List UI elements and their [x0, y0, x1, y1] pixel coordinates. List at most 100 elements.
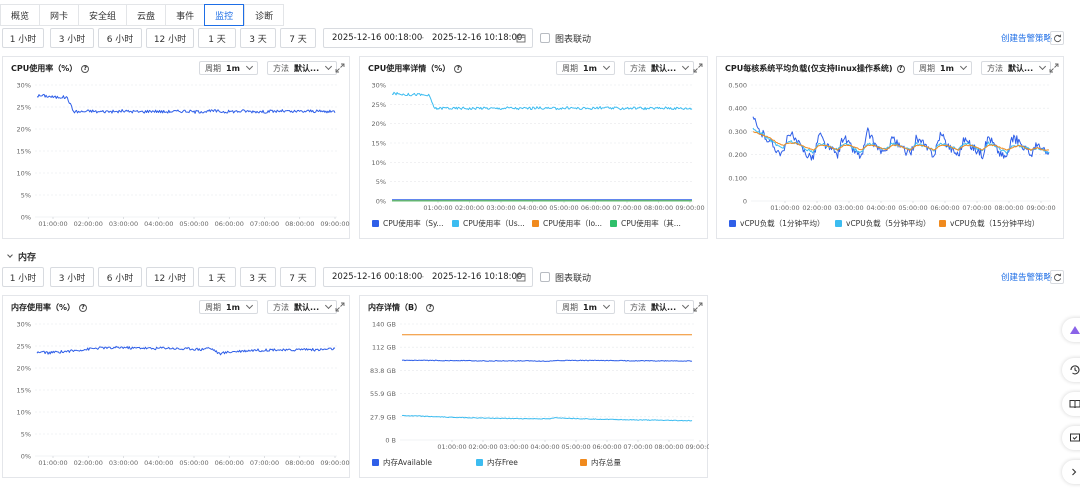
- method-select[interactable]: 方法 默认...: [981, 61, 1052, 75]
- range-3h-button[interactable]: 3 小时: [50, 267, 94, 287]
- help-icon[interactable]: ?: [454, 64, 463, 73]
- chevron-down-icon: [682, 62, 690, 71]
- legend-item[interactable]: 内存Free: [476, 457, 518, 468]
- date-range-picker[interactable]: 2025-12-16 00:18:00 - 2025-12-16 10:18:0…: [323, 28, 533, 48]
- series-line: [36, 93, 336, 114]
- date-range-picker[interactable]: 2025-12-16 00:18:00 - 2025-12-16 10:18:0…: [323, 267, 533, 287]
- help-icon[interactable]: ?: [896, 64, 905, 73]
- range-6h-button[interactable]: 6 小时: [98, 28, 142, 48]
- expand-icon[interactable]: [1049, 63, 1059, 73]
- refresh-button[interactable]: [1050, 270, 1064, 284]
- legend-item[interactable]: vCPU负载（15分钟平均）: [939, 218, 1039, 229]
- create-alarm-policy-link[interactable]: 创建告警策略: [1001, 28, 1052, 48]
- tab-diagnosis[interactable]: 诊断: [244, 4, 285, 26]
- method-select[interactable]: 方法 默认...: [267, 61, 338, 75]
- period-select[interactable]: 周期 1m: [199, 61, 258, 75]
- chart-link-toggle[interactable]: 图表联动: [540, 267, 591, 287]
- range-12h-button[interactable]: 12 小时: [146, 28, 194, 48]
- tab-monitoring[interactable]: 监控: [204, 4, 245, 26]
- chevron-down-icon: [682, 301, 690, 310]
- expand-icon[interactable]: [693, 302, 703, 312]
- range-1d-button[interactable]: 1 天: [198, 28, 236, 48]
- history-button[interactable]: [1062, 358, 1080, 382]
- docs-button[interactable]: [1062, 392, 1080, 416]
- memory-usage-chart: 30% 25% 20% 15% 10% 5% 0% 01:00:00 02:00:00 03:00…: [17, 321, 350, 468]
- history-icon: [1070, 365, 1080, 375]
- method-value: 默认...: [294, 302, 320, 312]
- legend-item[interactable]: CPU使用率（其...: [610, 218, 681, 229]
- y-tick-label: 15%: [372, 140, 386, 148]
- range-6h-button[interactable]: 6 小时: [98, 267, 142, 287]
- range-3h-button[interactable]: 3 小时: [50, 28, 94, 48]
- range-1h-button[interactable]: 1 小时: [2, 28, 44, 48]
- help-icon[interactable]: ?: [79, 303, 88, 312]
- method-value: 默认...: [294, 63, 320, 73]
- expand-icon[interactable]: [335, 302, 345, 312]
- ai-assistant-button[interactable]: [1062, 318, 1080, 342]
- create-alarm-policy-link[interactable]: 创建告警策略: [1001, 267, 1052, 287]
- chart-link-checkbox[interactable]: [540, 33, 550, 43]
- series-line: [752, 127, 1050, 155]
- legend-label: CPU使用率（其...: [621, 219, 681, 228]
- period-select[interactable]: 周期 1m: [913, 61, 972, 75]
- y-tick-label: 5%: [21, 431, 31, 439]
- range-3d-button[interactable]: 3 天: [240, 28, 276, 48]
- legend-item[interactable]: 内存Available: [372, 457, 432, 468]
- expand-icon[interactable]: [693, 63, 703, 73]
- x-tick-label: 07:00:00: [250, 220, 279, 228]
- method-value: 默认...: [651, 63, 677, 73]
- range-12h-button[interactable]: 12 小时: [146, 267, 194, 287]
- legend-item[interactable]: CPU使用率（Us...: [452, 218, 525, 229]
- memory-section-header[interactable]: 内存: [7, 250, 37, 263]
- method-select[interactable]: 方法 默认...: [624, 61, 695, 75]
- collapse-bar-button[interactable]: [1062, 460, 1080, 484]
- period-select[interactable]: 周期 1m: [556, 300, 615, 314]
- method-select[interactable]: 方法 默认...: [624, 300, 695, 314]
- legend-item[interactable]: CPU使用率（Sy...: [372, 218, 444, 229]
- y-tick-label: 30%: [17, 82, 31, 90]
- chevron-down-icon: [602, 301, 610, 310]
- x-tick-label: 04:00:00: [144, 220, 173, 228]
- method-label: 方法: [273, 63, 289, 73]
- x-tick-label: 01:00:00: [38, 459, 67, 467]
- x-tick-label: 06:00:00: [581, 204, 610, 212]
- tab-overview[interactable]: 概览: [0, 4, 40, 26]
- method-select[interactable]: 方法 默认...: [267, 300, 338, 314]
- cpu-detail-title: CPU使用率详情（%）?: [368, 63, 463, 74]
- legend-item[interactable]: vCPU负载（1分钟平均）: [729, 218, 824, 229]
- cpu-detail-legend: CPU使用率（Sy... CPU使用率（Us... CPU使用率（Io... C…: [370, 218, 697, 230]
- range-7d-button[interactable]: 7 天: [280, 28, 316, 48]
- memory-detail-title: 内存详情（B）?: [368, 302, 435, 313]
- range-3d-button[interactable]: 3 天: [240, 267, 276, 287]
- expand-icon[interactable]: [335, 63, 345, 73]
- tab-events[interactable]: 事件: [165, 4, 205, 26]
- legend-item[interactable]: 内存总量: [580, 457, 621, 468]
- method-label: 方法: [273, 302, 289, 312]
- y-tick-label: 83.8 GB: [370, 367, 396, 375]
- y-tick-label: 0.300: [728, 128, 747, 136]
- memory-section-title: 内存: [18, 253, 37, 263]
- chart-link-checkbox[interactable]: [540, 272, 550, 282]
- refresh-button[interactable]: [1050, 31, 1064, 45]
- tab-security-group[interactable]: 安全组: [78, 4, 127, 26]
- y-tick-label: 5%: [376, 178, 386, 186]
- feedback-button[interactable]: [1062, 426, 1080, 450]
- series-line: [401, 414, 693, 422]
- tab-nic[interactable]: 网卡: [39, 4, 79, 26]
- period-value: 1m: [226, 63, 240, 73]
- y-tick-label: 20%: [17, 365, 31, 373]
- range-1h-button[interactable]: 1 小时: [2, 267, 44, 287]
- tab-cloud-disk[interactable]: 云盘: [126, 4, 166, 26]
- chart-link-toggle[interactable]: 图表联动: [540, 28, 591, 48]
- memory-detail-title-text: 内存详情（B）: [368, 303, 423, 312]
- x-tick-label: 02:00:00: [802, 204, 831, 212]
- help-icon[interactable]: ?: [426, 303, 435, 312]
- range-7d-button[interactable]: 7 天: [280, 267, 316, 287]
- range-1d-button[interactable]: 1 天: [198, 267, 236, 287]
- period-select[interactable]: 周期 1m: [556, 61, 615, 75]
- legend-item[interactable]: vCPU负载（5分钟平均）: [835, 218, 930, 229]
- legend-item[interactable]: CPU使用率（Io...: [532, 218, 602, 229]
- help-icon[interactable]: ?: [81, 64, 90, 73]
- period-select[interactable]: 周期 1m: [199, 300, 258, 314]
- chevron-down-icon: [7, 252, 13, 258]
